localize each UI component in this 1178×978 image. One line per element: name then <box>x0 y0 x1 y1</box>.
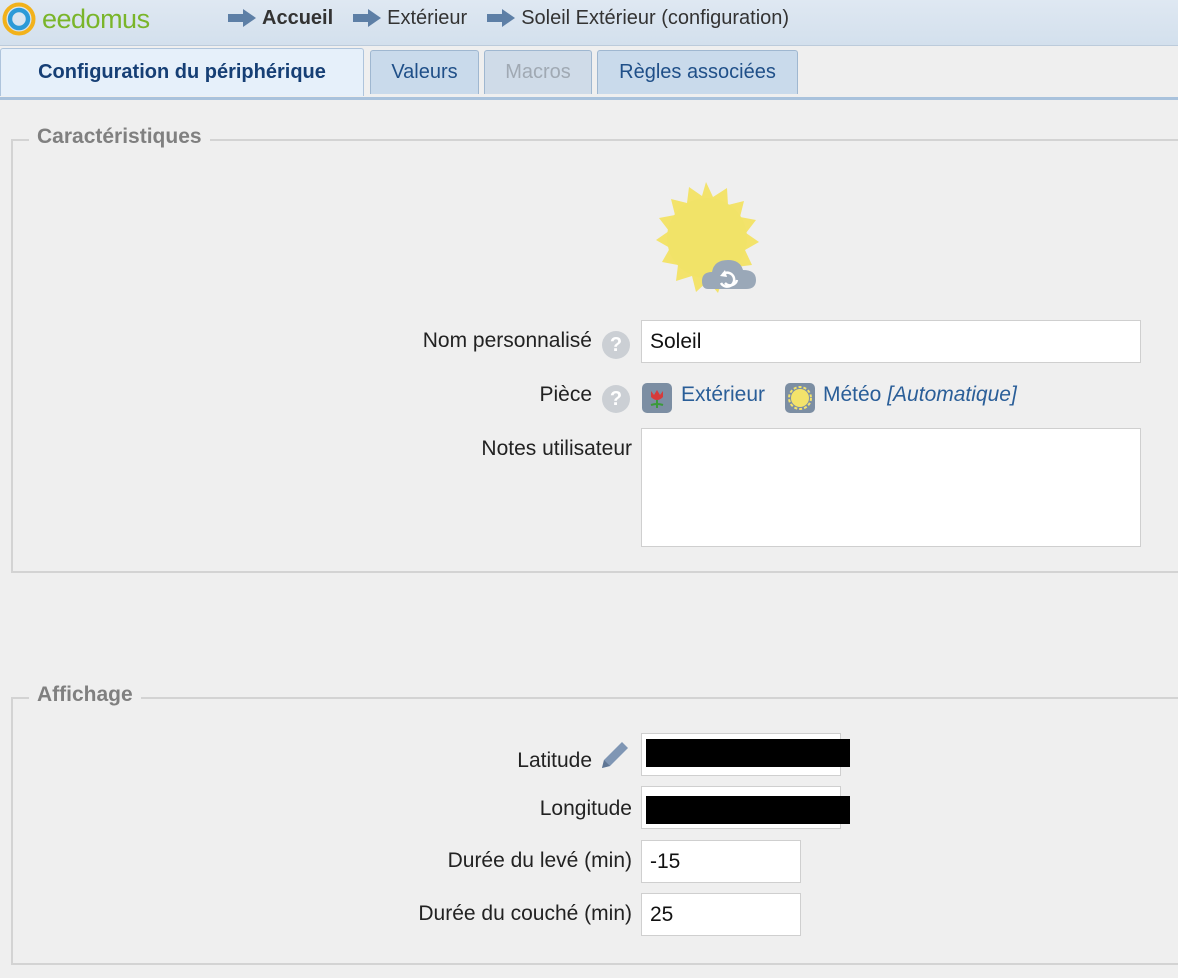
tab-underline <box>0 97 1178 100</box>
pencil-edit-icon[interactable] <box>598 738 632 772</box>
latitude-label: Latitude <box>517 749 592 772</box>
help-icon[interactable]: ? <box>602 331 630 359</box>
breadcrumb: Accueil Extérieur Soleil Extérieur (conf… <box>228 4 809 32</box>
tab-rules[interactable]: Règles associées <box>597 50 798 94</box>
tab-bar: Configuration du périphérique Valeurs Ma… <box>0 46 1178 98</box>
characteristics-legend: Caractéristiques <box>29 125 210 149</box>
eedomus-logo-icon <box>2 2 36 36</box>
breadcrumb-label: Extérieur <box>387 6 468 29</box>
breadcrumb-label: Accueil <box>262 6 334 29</box>
sunrise-duration-input[interactable]: -15 <box>641 840 801 883</box>
sun-device-icon <box>656 182 759 293</box>
breadcrumb-label: Soleil Extérieur (configuration) <box>521 6 790 29</box>
room-label: Pièce <box>539 383 592 406</box>
category-link[interactable]: Météo [Automatique] <box>823 383 1017 407</box>
name-input[interactable]: Soleil <box>641 320 1141 363</box>
breadcrumb-item-room[interactable]: Extérieur <box>353 7 467 30</box>
flower-room-icon <box>642 383 672 413</box>
notes-label: Notes utilisateur <box>481 437 632 460</box>
arrow-right-icon <box>487 9 516 27</box>
category-mode: [Automatique] <box>887 383 1017 406</box>
breadcrumb-item-current: Soleil Extérieur (configuration) <box>487 7 789 30</box>
logo[interactable]: eedomus <box>2 0 150 38</box>
longitude-label: Longitude <box>539 797 632 820</box>
redacted-value <box>646 739 850 767</box>
logo-text: eedomus <box>42 3 150 34</box>
sunset-duration-label: Durée du couché (min) <box>418 902 632 925</box>
sunset-duration-input[interactable]: 25 <box>641 893 801 936</box>
tab-values[interactable]: Valeurs <box>370 50 479 94</box>
arrow-right-icon <box>228 9 256 27</box>
top-bar: eedomus Accueil Extérieur Soleil Extérie… <box>0 0 1178 46</box>
name-label: Nom personnalisé <box>422 329 592 352</box>
redacted-value <box>646 796 850 824</box>
display-legend: Affichage <box>29 683 141 707</box>
tab-configuration[interactable]: Configuration du périphérique <box>0 48 364 96</box>
room-link[interactable]: Extérieur <box>681 383 765 407</box>
category-name: Météo <box>823 383 882 406</box>
help-icon[interactable]: ? <box>602 385 630 413</box>
arrow-right-icon <box>353 9 382 27</box>
sunrise-duration-label: Durée du levé (min) <box>447 849 632 872</box>
notes-textarea[interactable] <box>641 428 1141 547</box>
weather-category-icon <box>785 383 815 413</box>
tab-macros: Macros <box>484 50 592 94</box>
breadcrumb-item-home[interactable]: Accueil <box>228 7 333 30</box>
